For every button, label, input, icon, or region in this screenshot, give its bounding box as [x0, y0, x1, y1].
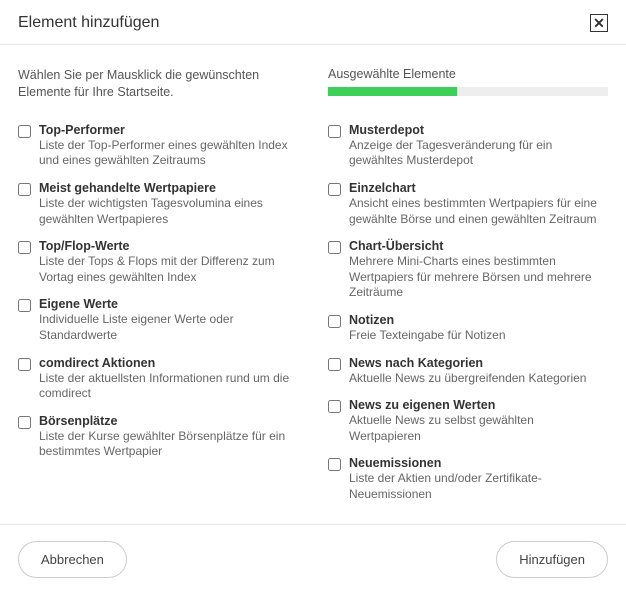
option-checkbox[interactable]	[18, 241, 31, 254]
option-checkbox[interactable]	[18, 299, 31, 312]
option-checkbox[interactable]	[328, 241, 341, 254]
option-title: Einzelchart	[349, 181, 608, 195]
option-description: Mehrere Mini-Charts eines bestimmten Wer…	[349, 254, 608, 301]
option-item: comdirect AktionenListe der aktuellsten …	[18, 356, 298, 402]
option-description: Liste der Aktien und/oder Zertifikate-Ne…	[349, 471, 608, 502]
option-checkbox[interactable]	[328, 458, 341, 471]
option-item: NeuemissionenListe der Aktien und/oder Z…	[328, 456, 608, 502]
option-checkbox[interactable]	[18, 416, 31, 429]
option-item: BörsenplätzeListe der Kurse gewählter Bö…	[18, 414, 298, 460]
dialog-title: Element hinzufügen	[18, 14, 159, 32]
intro-text: Wählen Sie per Mausklick die gewünschten…	[18, 67, 298, 101]
option-item: News nach KategorienAktuelle News zu übe…	[328, 356, 608, 387]
intro-row: Wählen Sie per Mausklick die gewünschten…	[18, 67, 608, 101]
option-checkbox[interactable]	[328, 183, 341, 196]
option-body: EinzelchartAnsicht eines bestimmten Wert…	[349, 181, 608, 227]
selected-elements-block: Ausgewählte Elemente	[328, 67, 608, 101]
option-description: Ansicht eines bestimmten Wertpapiers für…	[349, 196, 608, 227]
option-body: News zu eigenen WertenAktuelle News zu s…	[349, 398, 608, 444]
option-title: News zu eigenen Werten	[349, 398, 608, 412]
option-description: Liste der wichtigsten Tagesvolumina eine…	[39, 196, 298, 227]
option-body: NotizenFreie Texteingabe für Notizen	[349, 313, 608, 344]
option-item: EinzelchartAnsicht eines bestimmten Wert…	[328, 181, 608, 227]
option-item: Top/Flop-WerteListe der Tops & Flops mit…	[18, 239, 298, 285]
option-checkbox[interactable]	[18, 183, 31, 196]
option-description: Liste der Kurse gewählter Börsenplätze f…	[39, 429, 298, 460]
progress-fill	[328, 87, 457, 96]
add-button[interactable]: Hinzufügen	[496, 541, 608, 578]
option-item: Eigene WerteIndividuelle Liste eigener W…	[18, 297, 298, 343]
option-body: MusterdepotAnzeige der Tagesveränderung …	[349, 123, 608, 169]
option-description: Liste der aktuellsten Informationen rund…	[39, 371, 298, 402]
option-description: Freie Texteingabe für Notizen	[349, 328, 608, 344]
option-title: Chart-Übersicht	[349, 239, 608, 253]
dialog-footer: Abbrechen Hinzufügen	[0, 524, 626, 596]
option-item: NotizenFreie Texteingabe für Notizen	[328, 313, 608, 344]
dialog-body: Wählen Sie per Mausklick die gewünschten…	[0, 45, 626, 524]
option-checkbox[interactable]	[18, 125, 31, 138]
option-description: Individuelle Liste eigener Werte oder St…	[39, 312, 298, 343]
option-checkbox[interactable]	[328, 358, 341, 371]
option-item: Meist gehandelte WertpapiereListe der wi…	[18, 181, 298, 227]
option-title: Notizen	[349, 313, 608, 327]
option-item: Top-PerformerListe der Top-Performer ein…	[18, 123, 298, 169]
option-title: comdirect Aktionen	[39, 356, 298, 370]
option-checkbox[interactable]	[328, 315, 341, 328]
option-body: Chart-ÜbersichtMehrere Mini-Charts eines…	[349, 239, 608, 301]
option-description: Aktuelle News zu selbst gewählten Wertpa…	[349, 413, 608, 444]
option-description: Liste der Tops & Flops mit der Differenz…	[39, 254, 298, 285]
dialog-header: Element hinzufügen ✕	[0, 0, 626, 45]
option-description: Liste der Top-Performer eines gewählten …	[39, 138, 298, 169]
option-description: Aktuelle News zu übergreifenden Kategori…	[349, 371, 608, 387]
option-body: BörsenplätzeListe der Kurse gewählter Bö…	[39, 414, 298, 460]
option-item: News zu eigenen WertenAktuelle News zu s…	[328, 398, 608, 444]
options-columns: Top-PerformerListe der Top-Performer ein…	[18, 123, 608, 515]
option-body: Top-PerformerListe der Top-Performer ein…	[39, 123, 298, 169]
option-body: News nach KategorienAktuelle News zu übe…	[349, 356, 608, 387]
options-column-left: Top-PerformerListe der Top-Performer ein…	[18, 123, 298, 515]
progress-bar	[328, 87, 608, 96]
option-item: Chart-ÜbersichtMehrere Mini-Charts eines…	[328, 239, 608, 301]
option-title: News nach Kategorien	[349, 356, 608, 370]
cancel-button[interactable]: Abbrechen	[18, 541, 127, 578]
option-title: Meist gehandelte Wertpapiere	[39, 181, 298, 195]
option-title: Neuemissionen	[349, 456, 608, 470]
option-title: Eigene Werte	[39, 297, 298, 311]
option-body: Top/Flop-WerteListe der Tops & Flops mit…	[39, 239, 298, 285]
option-title: Börsenplätze	[39, 414, 298, 428]
option-body: comdirect AktionenListe der aktuellsten …	[39, 356, 298, 402]
option-checkbox[interactable]	[18, 358, 31, 371]
option-body: Meist gehandelte WertpapiereListe der wi…	[39, 181, 298, 227]
option-title: Top/Flop-Werte	[39, 239, 298, 253]
option-checkbox[interactable]	[328, 400, 341, 413]
selected-elements-label: Ausgewählte Elemente	[328, 67, 608, 81]
option-description: Anzeige der Tagesveränderung für ein gew…	[349, 138, 608, 169]
option-title: Top-Performer	[39, 123, 298, 137]
option-item: MusterdepotAnzeige der Tagesveränderung …	[328, 123, 608, 169]
option-body: NeuemissionenListe der Aktien und/oder Z…	[349, 456, 608, 502]
option-body: Eigene WerteIndividuelle Liste eigener W…	[39, 297, 298, 343]
option-title: Musterdepot	[349, 123, 608, 137]
close-icon[interactable]: ✕	[590, 14, 608, 32]
option-checkbox[interactable]	[328, 125, 341, 138]
options-column-right: MusterdepotAnzeige der Tagesveränderung …	[328, 123, 608, 515]
